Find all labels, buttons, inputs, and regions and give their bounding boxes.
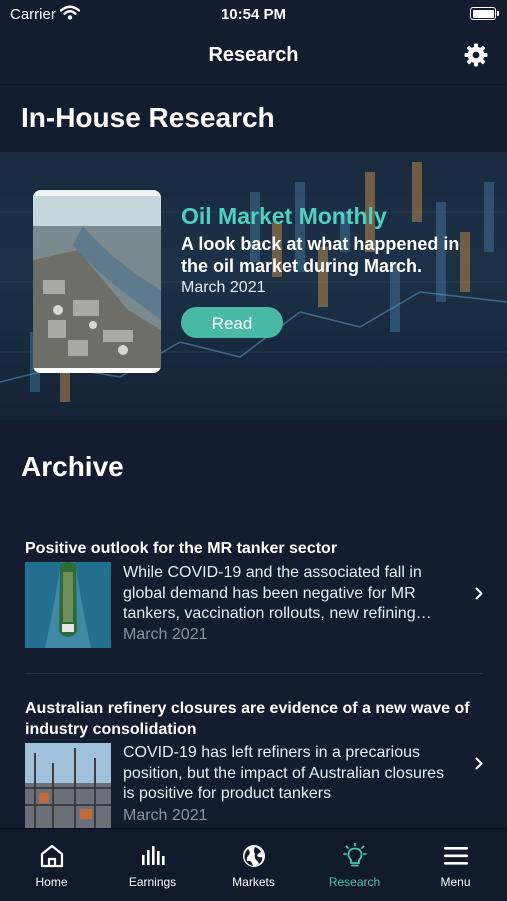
inhouse-research-heading: In-House Research bbox=[21, 102, 275, 133]
tab-label: Markets bbox=[232, 875, 275, 889]
tab-research[interactable]: Research bbox=[304, 829, 405, 901]
archive-item-title: Australian refinery closures are evidenc… bbox=[25, 700, 470, 738]
hero-series-title[interactable]: Oil Market Monthly bbox=[181, 203, 387, 230]
tanker-ship-thumbnail bbox=[25, 562, 111, 648]
bar-chart-icon bbox=[142, 846, 165, 865]
archive-item-date: March 2021 bbox=[123, 626, 208, 643]
lightbulb-icon bbox=[343, 843, 367, 867]
chevron-right-icon bbox=[475, 757, 483, 770]
home-icon bbox=[40, 844, 64, 868]
refinery-structure-image bbox=[25, 743, 111, 828]
tab-menu[interactable]: Menu bbox=[405, 829, 506, 901]
oil-refinery-thumbnail[interactable] bbox=[33, 190, 161, 373]
page-title: Research bbox=[208, 44, 299, 66]
archive-item-title: Positive outlook for the MR tanker secto… bbox=[25, 540, 338, 557]
globe-icon bbox=[243, 845, 265, 867]
archive-list-item[interactable]: Positive outlook for the MR tanker secto… bbox=[0, 530, 507, 670]
status-bar: Carrier 10:54 PM bbox=[0, 0, 507, 28]
tab-markets[interactable]: Markets bbox=[203, 829, 304, 901]
tab-home[interactable]: Home bbox=[1, 829, 102, 901]
archive-item-date: March 2021 bbox=[123, 807, 208, 824]
battery-icon bbox=[470, 7, 499, 20]
list-divider bbox=[25, 673, 483, 674]
archive-list-item[interactable]: Australian refinery closures are evidenc… bbox=[0, 690, 507, 828]
archive-item-excerpt: While COVID-19 and the associated fall i… bbox=[123, 564, 432, 622]
tab-label: Earnings bbox=[128, 875, 177, 889]
nav-bar: Research bbox=[0, 28, 507, 85]
refinery-aerial-image bbox=[33, 190, 161, 373]
tab-label: Menu bbox=[440, 875, 471, 889]
read-button[interactable]: Read bbox=[181, 307, 283, 338]
tab-bar: Home Earnings Markets Research Menu bbox=[0, 828, 507, 901]
tanker-ship-image bbox=[25, 562, 111, 648]
tab-label: Home bbox=[35, 875, 68, 889]
tab-label: Research bbox=[328, 875, 381, 889]
featured-research-banner[interactable]: Oil Market Monthly A look back at what h… bbox=[0, 152, 507, 420]
hero-date: March 2021 bbox=[181, 279, 266, 296]
chevron-right-icon bbox=[475, 587, 483, 600]
refinery-thumbnail bbox=[25, 743, 111, 828]
hamburger-menu-icon bbox=[444, 847, 468, 865]
status-time: 10:54 PM bbox=[220, 6, 287, 23]
gear-icon[interactable] bbox=[464, 43, 488, 67]
archive-heading: Archive bbox=[21, 451, 124, 482]
hero-description: A look back at what happened in the oil … bbox=[181, 234, 460, 276]
tab-earnings[interactable]: Earnings bbox=[102, 829, 203, 901]
archive-item-excerpt: COVID-19 has left refiners in a precario… bbox=[123, 744, 445, 802]
